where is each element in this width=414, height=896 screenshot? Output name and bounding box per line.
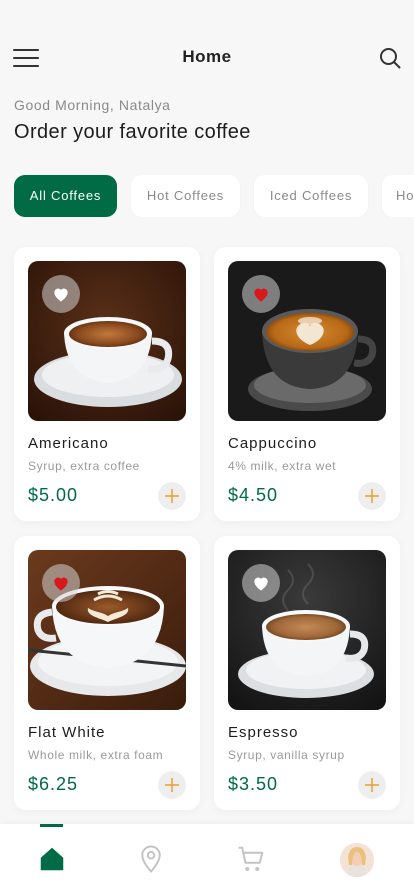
product-card-cappuccino[interactable]: Cappuccino 4% milk, extra wet $4.50 [214,247,400,521]
chip-hot-partial[interactable]: Ho [382,175,414,217]
active-tab-indicator [40,824,63,827]
product-name: Flat White [28,724,106,741]
product-card-espresso[interactable]: Espresso Syrup, vanilla syrup $3.50 [214,536,400,810]
product-description: Whole milk, extra foam [28,748,164,762]
add-to-cart-plus-icon[interactable] [158,482,186,510]
cart-icon[interactable] [234,844,268,878]
product-price: $6.25 [28,774,79,794]
product-name: Espresso [228,724,299,741]
chip-all-coffees[interactable]: All Coffees [14,175,117,217]
favorite-heart-icon[interactable] [42,564,80,602]
add-to-cart-plus-icon[interactable] [358,771,386,799]
favorite-heart-icon[interactable] [242,275,280,313]
location-pin-icon[interactable] [134,844,168,878]
add-to-cart-plus-icon[interactable] [358,482,386,510]
product-description: 4% milk, extra wet [228,459,337,473]
product-card-americano[interactable]: Americano Syrup, extra coffee $5.00 [14,247,200,521]
greeting-text: Good Morning, Natalya [14,97,171,113]
home-icon[interactable] [35,844,69,878]
chip-hot-coffees[interactable]: Hot Coffees [131,175,240,217]
favorite-heart-icon[interactable] [242,564,280,602]
profile-avatar[interactable] [340,843,374,877]
search-icon[interactable] [378,46,402,70]
chip-iced-coffees[interactable]: Iced Coffees [254,175,368,217]
product-name: Americano [28,435,109,452]
product-description: Syrup, vanilla syrup [228,748,345,762]
product-description: Syrup, extra coffee [28,459,140,473]
page-title: Home [182,47,232,66]
app-header: Home [0,0,414,100]
product-price: $4.50 [228,485,279,505]
bottom-navigation [0,824,414,896]
favorite-heart-icon[interactable] [42,275,80,313]
add-to-cart-plus-icon[interactable] [158,771,186,799]
headline-text: Order your favorite coffee [14,121,251,143]
product-card-flat-white[interactable]: Flat White Whole milk, extra foam $6.25 [14,536,200,810]
product-price: $5.00 [28,485,79,505]
product-price: $3.50 [228,774,279,794]
category-chips: All Coffees Hot Coffees Iced Coffees Ho [14,175,414,217]
product-name: Cappuccino [228,435,318,452]
